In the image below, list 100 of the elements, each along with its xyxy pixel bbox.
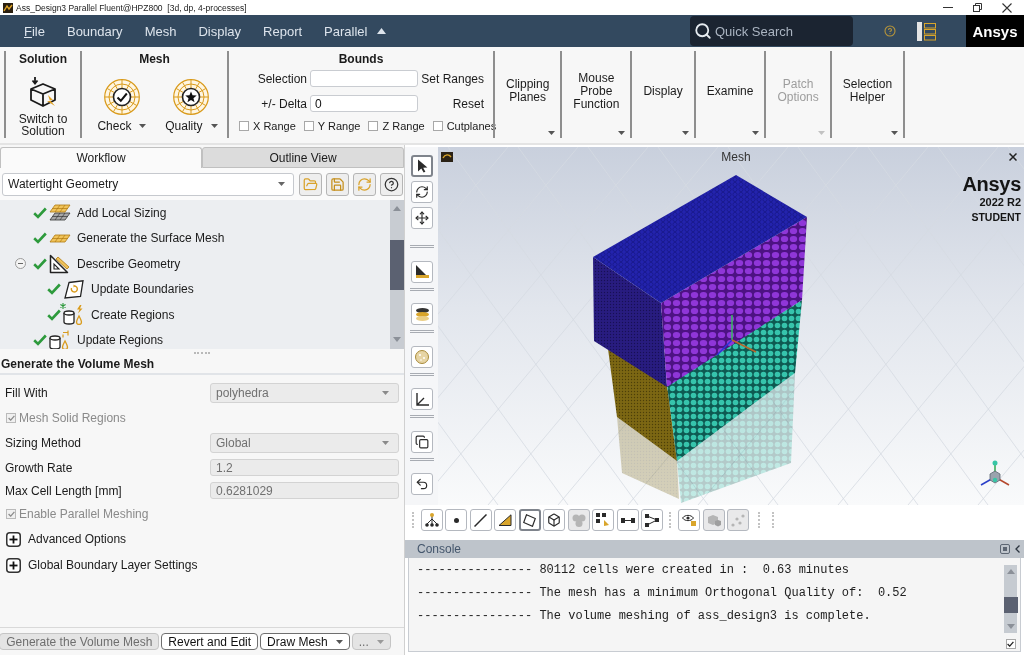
tool-button[interactable] — [411, 155, 433, 177]
collapse-ribbon-icon[interactable] — [377, 28, 387, 34]
tool-button[interactable] — [411, 207, 433, 229]
help-icon[interactable] — [884, 25, 896, 37]
tree-item-label[interactable]: Generate the Surface Mesh — [77, 231, 225, 246]
tool-button[interactable] — [678, 509, 700, 531]
checkbox[interactable] — [368, 121, 379, 131]
restore-icon[interactable] — [973, 3, 982, 12]
expand-icon[interactable] — [6, 531, 21, 547]
tree-item-label[interactable]: Describe Geometry — [77, 256, 181, 271]
section-label[interactable]: Advanced Options — [28, 532, 127, 546]
ribbon-dropdown-button[interactable]: Mouse Probe Function — [562, 51, 631, 138]
brand-logo: Ansys — [966, 15, 1024, 47]
scrollbar-thumb[interactable] — [390, 240, 404, 290]
help-button[interactable] — [380, 172, 403, 196]
star-gauge-icon — [173, 79, 210, 115]
tool-button[interactable] — [616, 509, 639, 531]
ribbon-dropdown-button[interactable]: Examine — [695, 51, 765, 138]
grid-select-icon — [596, 513, 610, 527]
edge-icon — [620, 517, 635, 523]
console-line: ---------------- The mesh has a minimum Orthogonal Quality of: 0.52 — [417, 585, 907, 602]
tool-button[interactable] — [411, 473, 433, 495]
checkbox[interactable] — [432, 121, 443, 131]
cylinder-drop-icon — [63, 304, 84, 325]
checkbox-label: X Range — [253, 120, 296, 132]
text-button[interactable]: Reset — [452, 96, 486, 111]
checkbox[interactable] — [303, 121, 314, 131]
save-button[interactable] — [326, 172, 349, 196]
tab[interactable]: Workflow — [0, 147, 202, 168]
float-window-icon[interactable] — [1000, 544, 1010, 554]
tab[interactable]: Outline View — [202, 147, 404, 168]
tree-item-label[interactable]: Update Boundaries — [91, 282, 194, 297]
input-field[interactable] — [310, 70, 418, 87]
action-button[interactable]: Revert and Edit — [161, 633, 259, 650]
viewport-title: Mesh — [720, 150, 751, 164]
search-field[interactable]: Quick Search — [690, 16, 853, 46]
menu-item[interactable]: Display — [198, 21, 242, 41]
help-icon — [384, 176, 399, 192]
ribbon-dropdown-button[interactable]: Display — [632, 51, 694, 138]
menu-item[interactable]: Report — [263, 21, 303, 41]
tool-button[interactable] — [411, 181, 433, 203]
field-label: Max Cell Length [mm] — [5, 483, 123, 498]
group-title: Solution — [19, 52, 67, 67]
window-title: Ass_Design3 Parallel Fluent@HPZ800 [3d, dp, 4-processes] — [16, 1, 247, 14]
workflow-select[interactable]: Watertight Geometry — [2, 172, 294, 196]
menu-item[interactable]: Mesh — [144, 21, 177, 41]
tool-button[interactable] — [641, 509, 663, 531]
hierarchy-icon — [424, 513, 439, 527]
caret-icon — [139, 124, 147, 128]
field-label: Growth Rate — [5, 460, 74, 475]
tool-button[interactable] — [543, 509, 565, 531]
menu-item[interactable]: Boundary — [66, 21, 123, 41]
tree-item-label[interactable]: Create Regions — [91, 307, 175, 322]
tool-button[interactable] — [411, 430, 433, 453]
tool-button[interactable] — [592, 509, 614, 531]
checkbox-label: Y Range — [317, 120, 361, 132]
expand-icon[interactable] — [6, 557, 21, 573]
tree-item-label[interactable]: Add Local Sizing — [77, 205, 167, 220]
checkbox-label: Enable Parallel Meshing — [19, 507, 149, 521]
mesh-layers-icon — [48, 204, 71, 222]
close-icon[interactable] — [1002, 2, 1012, 13]
action-button[interactable]: Draw Mesh — [260, 633, 350, 650]
ribbon-dropdown-button[interactable]: Clipping Planes — [495, 51, 561, 138]
tree-item-label[interactable]: Update Regions — [77, 333, 164, 348]
scrollbar-thumb[interactable] — [1003, 597, 1018, 613]
ribbon-large-button[interactable]: Switch to Solution — [11, 77, 75, 137]
ribbon-dropdown-button[interactable]: Quality — [165, 79, 218, 133]
triangle-icon — [498, 514, 512, 526]
tool-button[interactable] — [411, 303, 433, 325]
tool-button[interactable] — [411, 260, 433, 283]
ribbon-dropdown-button[interactable]: Check — [97, 79, 147, 133]
scrollbar[interactable] — [390, 200, 404, 349]
checkbox-label: Cutplanes — [446, 120, 497, 132]
brand-logo: Ansys — [962, 174, 1021, 194]
close-icon[interactable] — [1009, 153, 1017, 161]
ribbon-dropdown-button[interactable]: Selection Helper — [831, 51, 904, 138]
tool-button[interactable] — [518, 509, 541, 531]
tool-button[interactable] — [420, 509, 443, 531]
text-button[interactable]: Set Ranges — [421, 71, 486, 86]
checkbox[interactable] — [239, 121, 249, 131]
tool-button[interactable] — [469, 509, 492, 531]
section-label[interactable]: Global Boundary Layer Settings — [28, 558, 198, 572]
scrollbar[interactable] — [1004, 565, 1017, 633]
triangle-icon — [415, 265, 429, 278]
input-field[interactable]: 0 — [310, 95, 418, 112]
tool-button[interactable] — [445, 509, 467, 531]
tool-button[interactable] — [494, 509, 516, 531]
box-switch-icon — [28, 77, 58, 107]
console-title: Console — [417, 542, 462, 556]
tool-button[interactable] — [411, 388, 433, 410]
chevron-left-icon[interactable] — [1015, 545, 1020, 553]
collapse-icon[interactable] — [15, 258, 26, 270]
point-icon — [453, 517, 459, 523]
caret-icon — [891, 131, 899, 135]
menu-item[interactable]: Parallel — [324, 21, 368, 41]
graphics-viewport[interactable]: Mesh Ansys 2022 R2 STUDENT — [438, 147, 1024, 505]
checkbox[interactable] — [1005, 639, 1016, 649]
menu-item[interactable]: File — [24, 21, 45, 41]
panel-layout-icon[interactable] — [917, 21, 936, 41]
edition-label: STUDENT — [971, 211, 1021, 224]
